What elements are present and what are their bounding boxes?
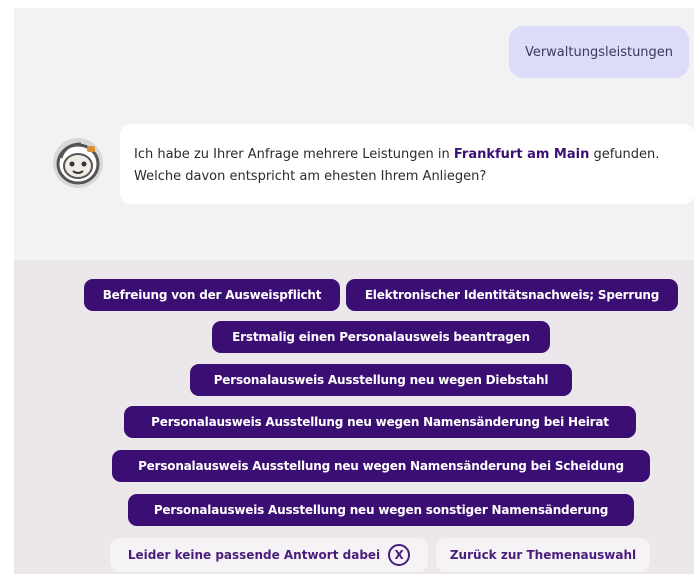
back-to-topics-button[interactable]: Zurück zur Themenauswahl (436, 538, 650, 572)
option-chip-2[interactable]: Elektronischer Identitätsnachweis; Sperr… (346, 279, 678, 311)
back-to-topics-label: Zurück zur Themenauswahl (449, 548, 637, 562)
option-chip-5[interactable]: Personalausweis Ausstellung neu wegen Na… (124, 406, 636, 438)
bot-avatar-icon (51, 136, 105, 190)
option-chip-1[interactable]: Befreiung von der Ausweispflicht (84, 279, 340, 311)
option-chip-4[interactable]: Personalausweis Ausstellung neu wegen Di… (190, 364, 572, 396)
no-match-label: Leider keine passende Antwort dabei (127, 548, 381, 562)
option-chip-6[interactable]: Personalausweis Ausstellung neu wegen Na… (112, 450, 650, 482)
user-message-bubble: Verwaltungsleistungen (509, 26, 689, 78)
bot-message-location: Frankfurt am Main (453, 147, 590, 162)
bot-message-text-2: gefunden. (589, 147, 660, 162)
bot-message-text-1: Ich habe zu Ihrer Anfrage mehrere Leistu… (134, 147, 454, 162)
bot-message-question: Welche davon entspricht am ehesten Ihrem… (134, 169, 487, 184)
user-message-text: Verwaltungsleistungen (524, 44, 674, 60)
no-match-button[interactable]: Leider keine passende Antwort dabei X (110, 538, 428, 572)
option-chip-3[interactable]: Erstmalig einen Personalausweis beantrag… (212, 321, 550, 353)
option-chip-7[interactable]: Personalausweis Ausstellung neu wegen so… (128, 494, 634, 526)
bot-message-bubble: Ich habe zu Ihrer Anfrage mehrere Leistu… (120, 124, 694, 204)
close-icon: X (388, 544, 411, 566)
